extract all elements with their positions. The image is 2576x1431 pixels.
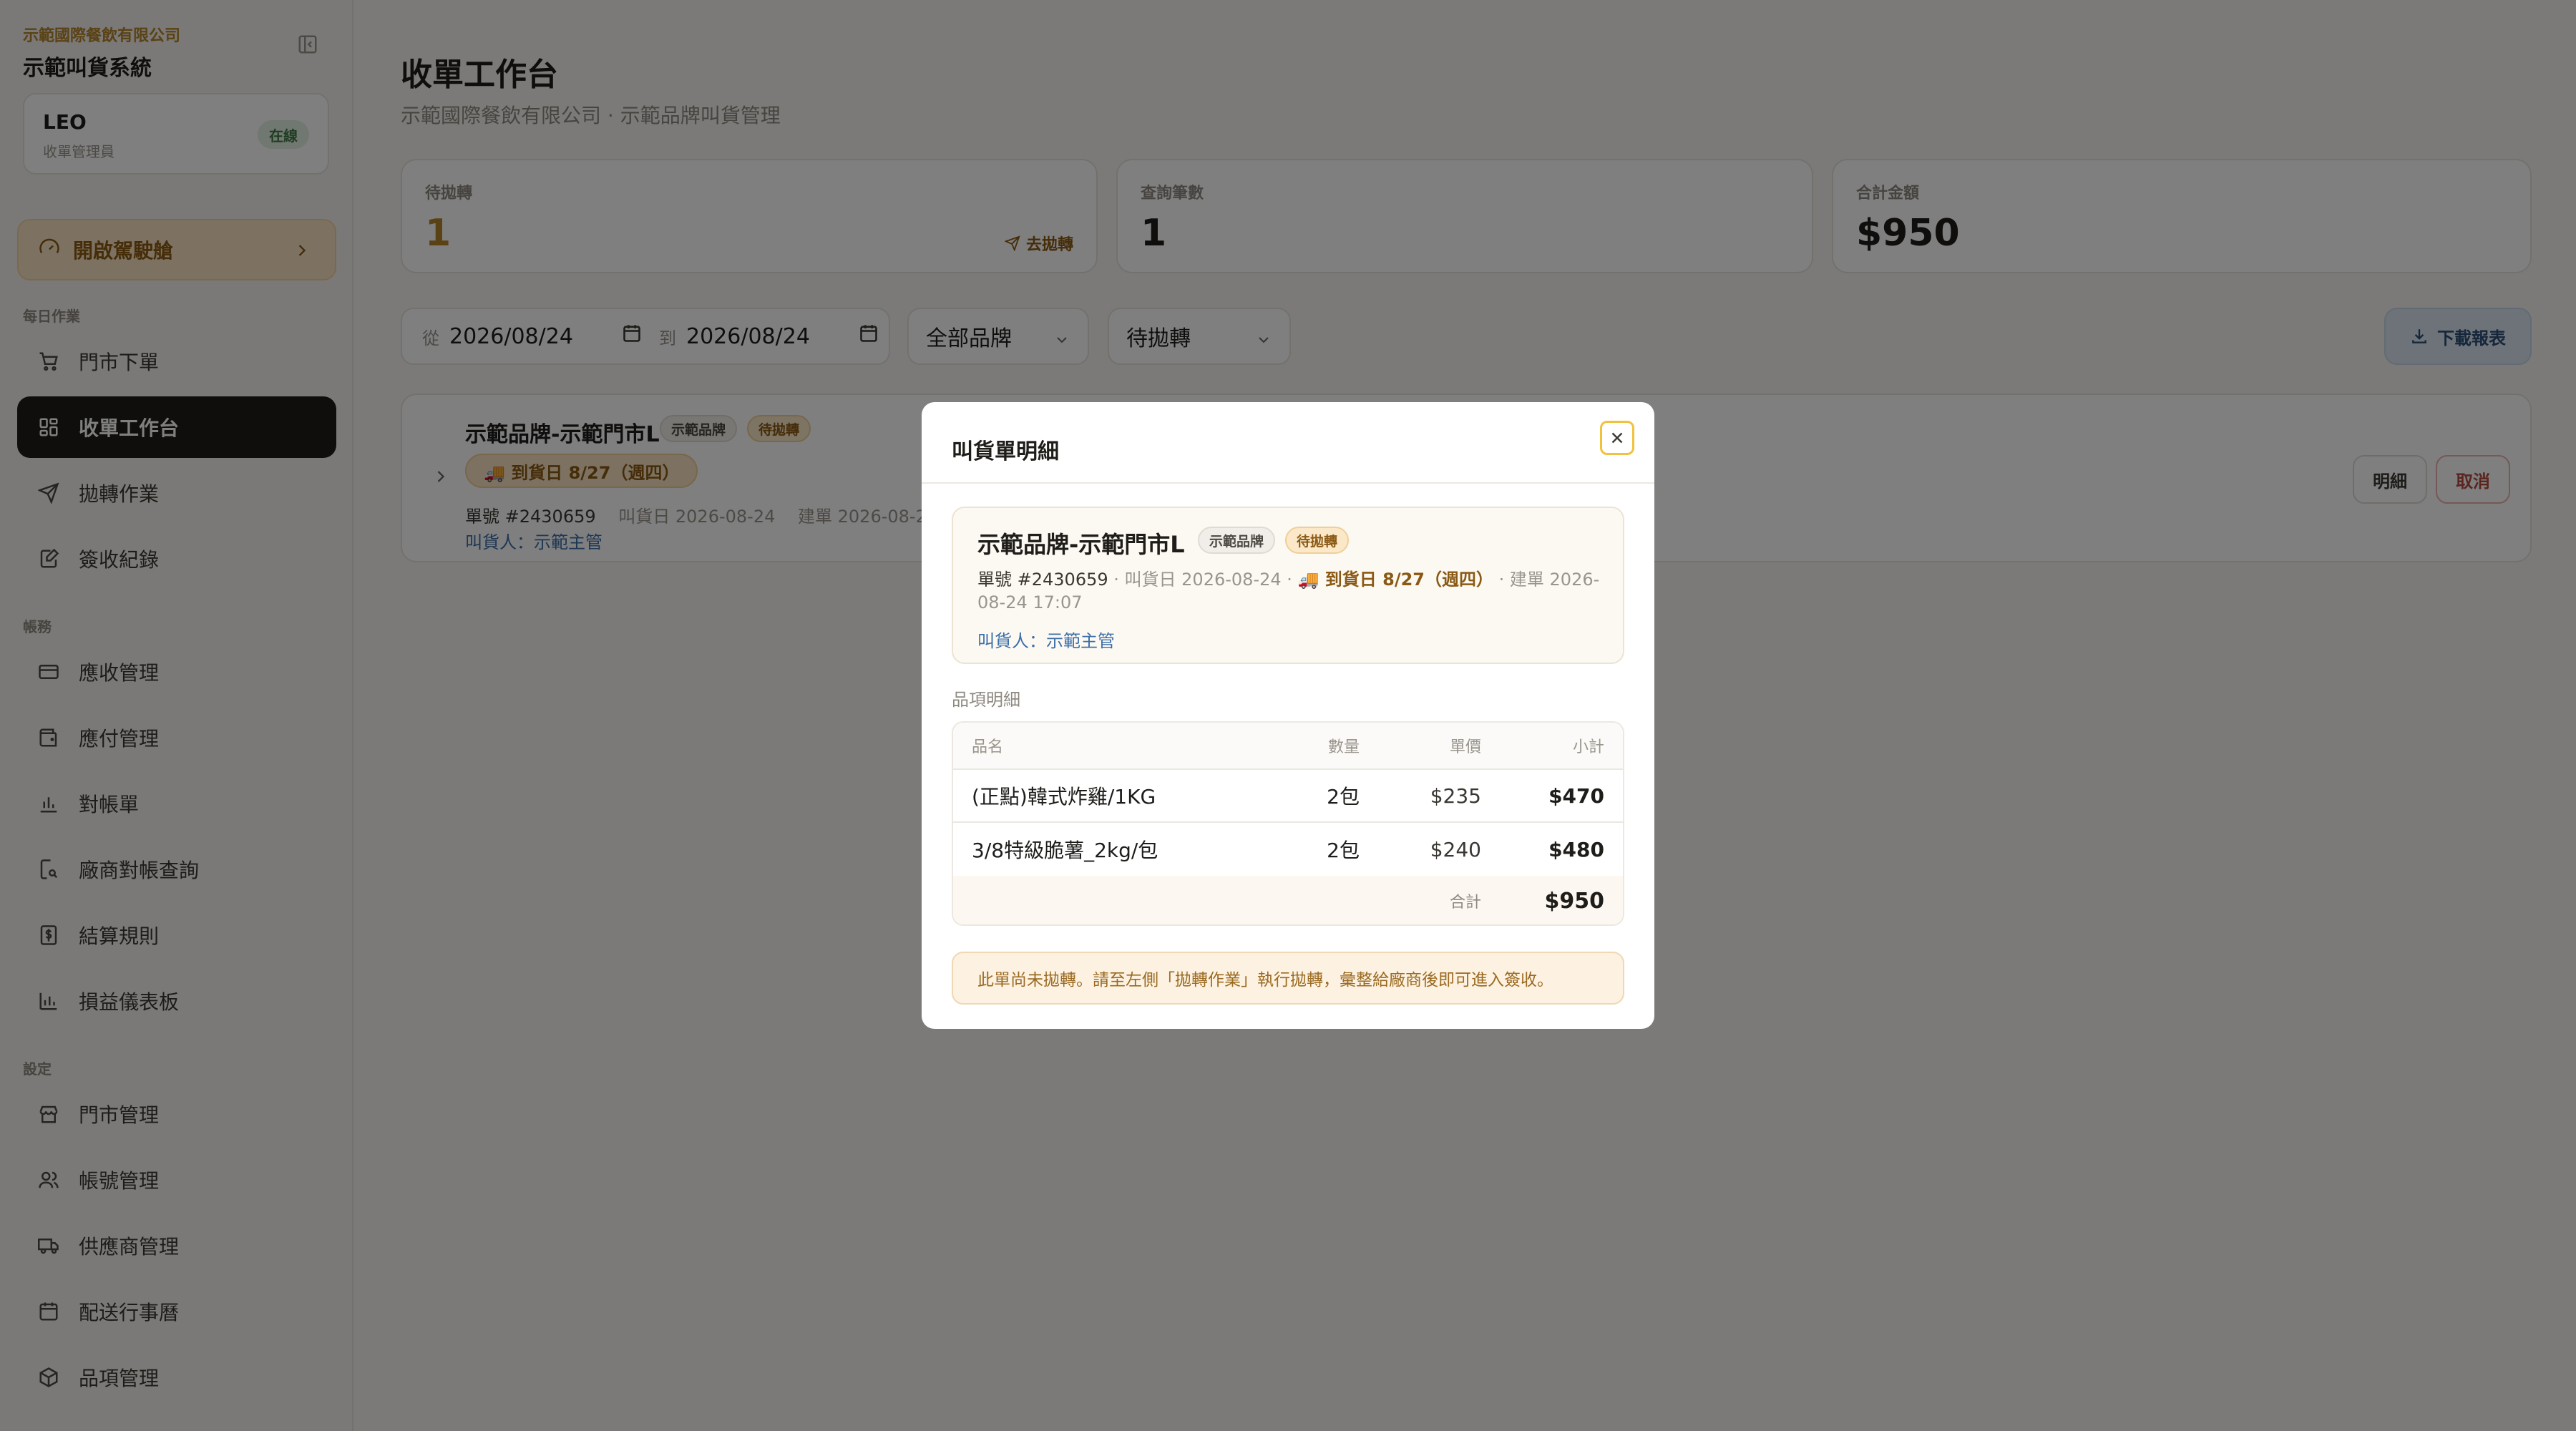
brand-tag: 示範品牌	[1198, 527, 1276, 554]
modal-title: 叫貨單明細	[952, 439, 1059, 464]
close-button[interactable]	[1600, 421, 1634, 455]
items-section-label: 品項明細	[952, 690, 1020, 710]
items-table: 品名 數量 單價 小計 (正點)韓式炸雞/1KG 2包 $235 $470 3/…	[952, 721, 1624, 926]
table-row: 3/8特級脆薯_2kg/包 2包 $240 $480	[972, 837, 1604, 863]
table-header: 品名 數量 單價 小計	[953, 723, 1623, 770]
order-info-box: 示範品牌-示範門市L 示範品牌 待拋轉 單號 #2430659 · 叫貨日 20…	[952, 507, 1624, 664]
total-amount: $950	[1544, 888, 1605, 914]
transfer-notice: 此單尚未拋轉。請至左側「拋轉作業」執行拋轉，彙整給廠商後即可進入簽收。	[952, 952, 1624, 1005]
orderer: 叫貨人：示範主管	[977, 631, 1115, 651]
table-row: (正點)韓式炸雞/1KG 2包 $235 $470	[953, 770, 1623, 823]
close-icon	[1611, 432, 1623, 444]
status-badge: 待拋轉	[1285, 527, 1350, 554]
table-footer: 合計 $950	[953, 876, 1623, 924]
order-detail-modal: 叫貨單明細 示範品牌-示範門市L 示範品牌 待拋轉 單號 #2430659 · …	[922, 402, 1654, 1029]
modal-store-name: 示範品牌-示範門市L	[977, 531, 1185, 558]
divider	[922, 482, 1654, 484]
order-meta: 單號 #2430659 · 叫貨日 2026-08-24 · 🚚 到貨日 8/2…	[977, 570, 1600, 612]
